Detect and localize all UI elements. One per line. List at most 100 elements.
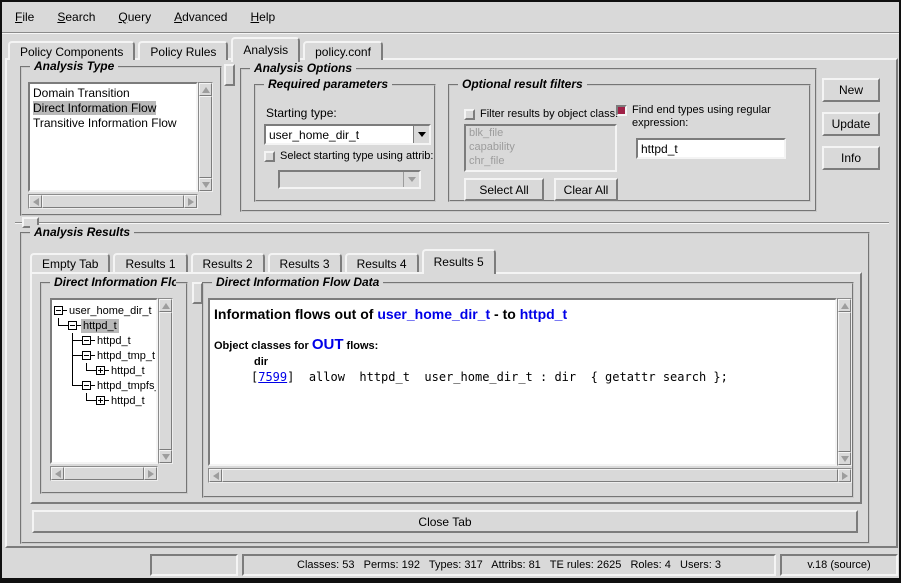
tree-node[interactable]: httpd_tmpfs_t	[54, 378, 156, 393]
tab-analysis[interactable]: Analysis	[231, 37, 300, 62]
scroll-right-arrow[interactable]	[144, 467, 157, 480]
analysis-tab-page: Analysis Type Domain TransitionDirect In…	[5, 58, 898, 548]
tree-guide	[68, 378, 82, 393]
expand-icon[interactable]	[96, 366, 105, 375]
list-item-label: chr_file	[469, 155, 504, 167]
action-buttons: New Update Info	[822, 78, 882, 180]
list-item-label: Transitive Information Flow	[33, 116, 177, 130]
close-tab-button[interactable]: Close Tab	[32, 510, 858, 533]
tree-node[interactable]: user_home_dir_t	[54, 303, 156, 318]
scroll-left-arrow[interactable]	[209, 469, 222, 482]
text-part: httpd_t	[520, 306, 567, 322]
menu-bar: File Search Query Advanced Help	[2, 2, 899, 32]
list-item[interactable]: Domain Transition	[30, 86, 196, 101]
tree-node[interactable]: httpd_t	[54, 333, 156, 348]
list-item-label: capability	[469, 141, 515, 153]
tab-policy-rules[interactable]: Policy Rules	[138, 41, 228, 60]
clear-all-button[interactable]: Clear All	[554, 178, 618, 201]
rule-number-link[interactable]: 7599	[258, 370, 287, 384]
results-tab-results-5[interactable]: Results 5	[422, 249, 496, 274]
list-item[interactable]: Transitive Information Flow	[30, 116, 196, 131]
flow-tree[interactable]: user_home_dir_thttpd_thttpd_thttpd_tmp_t…	[50, 298, 158, 464]
scroll-up-arrow[interactable]	[199, 83, 212, 96]
horizontal-pane-divider	[15, 222, 889, 224]
tab-label: policy.conf	[315, 45, 371, 59]
data-vertical-scrollbar[interactable]	[837, 298, 852, 466]
data-horizontal-scrollbar[interactable]	[208, 468, 852, 483]
scroll-thumb[interactable]	[159, 312, 172, 450]
collapse-icon[interactable]	[54, 306, 63, 315]
arrow-icon	[162, 303, 170, 309]
select-all-button[interactable]: Select All	[464, 178, 544, 201]
regex-input[interactable]	[636, 138, 786, 159]
attrib-combobox[interactable]	[278, 170, 421, 189]
results-tab-results-2[interactable]: Results 2	[191, 253, 265, 272]
scroll-up-arrow[interactable]	[159, 299, 172, 312]
scroll-right-arrow[interactable]	[838, 469, 851, 482]
menu-file[interactable]: File	[12, 8, 37, 26]
tree-guide	[68, 393, 82, 408]
flow-heading: Information flows out of user_home_dir_t…	[214, 306, 831, 322]
flow-data-panel: Direct Information Flow Data Information…	[202, 282, 854, 498]
analysis-type-listbox[interactable]: Domain TransitionDirect Information Flow…	[28, 82, 198, 192]
pane-sash-handle[interactable]	[224, 64, 235, 86]
list-item: chr_file	[466, 154, 615, 168]
results-tab-results-3[interactable]: Results 3	[268, 253, 342, 272]
flow-data-title: Direct Information Flow Data	[212, 275, 383, 289]
tree-node[interactable]: httpd_tmp_t	[54, 348, 156, 363]
tree-node[interactable]: httpd_t	[54, 393, 156, 408]
scroll-thumb[interactable]	[64, 467, 144, 480]
scroll-left-arrow[interactable]	[29, 195, 42, 208]
tree-guide	[82, 393, 96, 408]
scroll-down-arrow[interactable]	[199, 178, 212, 191]
arrow-icon	[202, 182, 210, 188]
analysis-type-title: Analysis Type	[30, 59, 118, 73]
results-tab-results-4[interactable]: Results 4	[345, 253, 419, 272]
regex-checkbox[interactable]	[616, 105, 627, 116]
update-button[interactable]: Update	[822, 112, 880, 136]
object-class-listbox[interactable]: blk_filecapabilitychr_file	[464, 124, 617, 172]
menu-search[interactable]: Search	[54, 8, 98, 26]
collapse-icon[interactable]	[68, 321, 77, 330]
scroll-down-arrow[interactable]	[838, 452, 851, 465]
chevron-down-icon[interactable]	[413, 126, 429, 143]
attrib-checkbox[interactable]	[264, 151, 275, 162]
scroll-thumb[interactable]	[222, 469, 838, 482]
tree-node[interactable]: httpd_t	[54, 318, 156, 333]
tree-vertical-scrollbar[interactable]	[158, 298, 173, 464]
starting-type-combobox[interactable]: user_home_dir_t	[264, 124, 431, 145]
info-button[interactable]: Info	[822, 146, 880, 170]
scroll-thumb[interactable]	[199, 96, 212, 178]
collapse-icon[interactable]	[82, 351, 91, 360]
flow-data-textarea[interactable]: Information flows out of user_home_dir_t…	[208, 298, 837, 466]
scroll-left-arrow[interactable]	[51, 467, 64, 480]
tree-horizontal-scrollbar[interactable]	[50, 466, 158, 481]
menu-advanced[interactable]: Advanced	[171, 8, 230, 26]
tab-label: Analysis	[243, 43, 288, 57]
menu-query[interactable]: Query	[115, 8, 154, 26]
filter-class-checkbox[interactable]	[464, 109, 475, 120]
scroll-up-arrow[interactable]	[838, 299, 851, 312]
expand-icon[interactable]	[96, 396, 105, 405]
collapse-icon[interactable]	[82, 336, 91, 345]
tab-policy-components[interactable]: Policy Components	[8, 41, 135, 60]
scroll-thumb[interactable]	[42, 195, 184, 208]
scroll-right-arrow[interactable]	[184, 195, 197, 208]
menu-help[interactable]: Help	[247, 8, 278, 26]
scroll-thumb[interactable]	[838, 312, 851, 452]
analysis-type-horizontal-scrollbar[interactable]	[28, 194, 198, 209]
arrow-icon	[841, 303, 849, 309]
results-tab-empty-tab[interactable]: Empty Tab	[30, 253, 110, 272]
analysis-type-vertical-scrollbar[interactable]	[198, 82, 213, 192]
tree-guide	[54, 333, 68, 348]
new-button[interactable]: New	[822, 78, 880, 102]
list-item[interactable]: Direct Information Flow	[30, 101, 196, 116]
scroll-down-arrow[interactable]	[159, 450, 172, 463]
object-class-name: dir	[254, 356, 831, 368]
collapse-icon[interactable]	[82, 381, 91, 390]
analysis-options-title: Analysis Options	[250, 61, 356, 75]
flow-tree-title: Direct Information Flow Tree	[50, 275, 176, 289]
tab-policy-conf[interactable]: policy.conf	[303, 41, 383, 60]
tree-node[interactable]: httpd_t	[54, 363, 156, 378]
results-tab-results-1[interactable]: Results 1	[113, 253, 187, 272]
